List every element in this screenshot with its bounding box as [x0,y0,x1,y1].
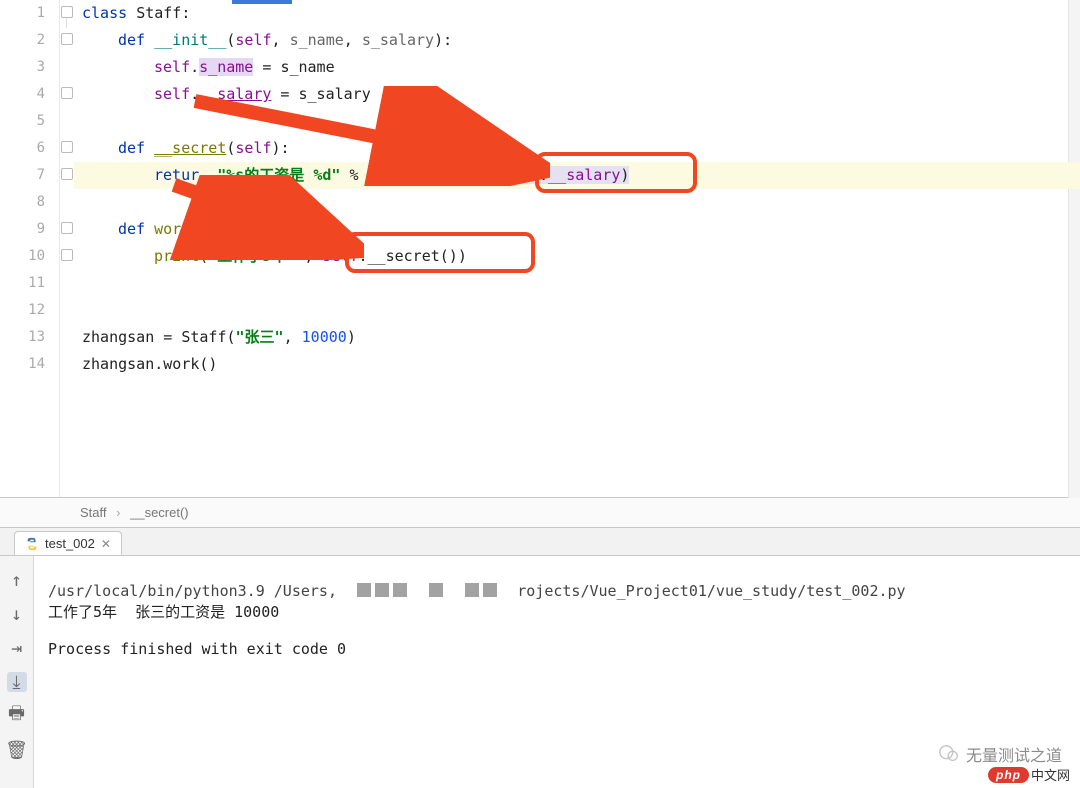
class-name: Staff [136,4,181,22]
attribute-s-name: s_name [199,58,253,76]
code-line[interactable]: zhangsan.work() [82,351,217,378]
line-number: 10 [0,243,59,270]
redacted-path [355,583,499,601]
line-number: 12 [0,297,59,324]
line-number-gutter: 1 2 3 4 5 6 7 8 9 10 11 12 13 14 [0,0,60,497]
builtin-print: print [154,247,199,265]
trash-icon[interactable]: 🗑 [7,740,27,760]
line-number: 6 [0,135,59,162]
code-area[interactable]: class Staff: def __init__(self, s_name, … [74,0,1080,497]
line-number: 13 [0,324,59,351]
run-tab[interactable]: test_002 ✕ [14,531,122,555]
fold-toggle-icon[interactable] [61,222,73,234]
console-output-line: 工作了5年 张三的工资是 10000 [48,603,279,621]
up-arrow-icon[interactable]: ↑ [7,570,27,590]
line-number: 8 [0,189,59,216]
string-literal: "%s的工资是 %d" [217,166,340,184]
code-line-highlighted[interactable]: retur "%s的工资是 %d" % (self.s_name, self._… [74,162,1080,189]
code-line[interactable]: zhangsan = Staff("张三", 10000) [82,324,356,351]
console-path-prefix: /usr/local/bin/python3.9 /Users [48,582,328,600]
fold-guide [66,18,67,28]
line-number: 4 [0,81,59,108]
string-literal: "工作了5年 " [208,247,304,265]
fold-end-icon[interactable] [61,87,73,99]
fold-toggle-icon[interactable] [61,6,73,18]
line-number: 9 [0,216,59,243]
breadcrumb-item[interactable]: Staff [80,505,107,520]
run-panel: ↑ ↓ ⇥ ⤓ 🖶 🗑 /usr/local/bin/python3.9 /Us… [0,556,1080,788]
method-call-work: work() [163,355,217,373]
line-number: 1 [0,0,59,27]
php-badge: php 中文网 [988,765,1070,784]
line-number: 5 [0,108,59,135]
line-number: 14 [0,351,59,378]
console-output[interactable]: /usr/local/bin/python3.9 /Users, rojects… [34,556,1080,788]
line-number: 11 [0,270,59,297]
function-name: __init__ [154,31,226,49]
code-line[interactable]: self.s_name = s_name [154,54,335,81]
keyword-return: retur [154,166,199,184]
wrap-icon[interactable]: ⇥ [7,638,27,658]
python-file-icon [25,537,39,551]
code-editor-pane[interactable]: 1 2 3 4 5 6 7 8 9 10 11 12 13 14 class S… [0,0,1080,498]
breadcrumb[interactable]: Staff › __secret() [0,498,1080,528]
console-path-suffix: rojects/Vue_Project01/vue_study/test_002… [517,582,905,600]
watermark: 无量测试之道 [938,742,1062,766]
code-line[interactable]: def __init__(self, s_name, s_salary): [118,27,452,54]
scroll-to-end-icon[interactable]: ⤓ [7,672,27,692]
run-tab-label: test_002 [45,536,95,551]
chevron-right-icon: › [116,505,120,520]
fold-toggle-icon[interactable] [61,33,73,45]
run-toolbar: ↑ ↓ ⇥ ⤓ 🖶 🗑 [0,556,34,788]
keyword-class: class [82,4,127,22]
function-work: work [154,220,190,238]
code-line[interactable]: def work(self): [118,216,253,243]
fold-column[interactable] [60,0,74,497]
line-number: 7 [0,162,59,189]
function-secret: __secret [154,139,226,157]
line-number: 3 [0,54,59,81]
run-tab-bar: test_002 ✕ [0,528,1080,556]
code-line[interactable]: def __secret(self): [118,135,290,162]
wechat-icon [938,743,960,765]
breadcrumb-item[interactable]: __secret() [130,505,189,520]
string-literal: "张三" [236,328,284,346]
fold-end-icon[interactable] [61,168,73,180]
attribute-salary: __salary [199,85,271,103]
line-number: 2 [0,27,59,54]
method-call-secret: __secret() [368,247,458,265]
code-line[interactable]: self.__salary = s_salary [154,81,371,108]
print-icon[interactable]: 🖶 [7,706,27,726]
keyword-def: def [118,31,145,49]
attribute-salary-ref: __salary [548,166,620,184]
code-line[interactable]: print("工作了5年 ", self.__secret()) [154,243,467,270]
down-arrow-icon[interactable]: ↓ [7,604,27,624]
code-line[interactable]: class Staff: [82,0,190,27]
console-exit-line: Process finished with exit code 0 [48,640,346,658]
fold-end-icon[interactable] [61,249,73,261]
number-literal: 10000 [302,328,347,346]
keyword-def: def [118,220,145,238]
param-self: self [235,31,271,49]
keyword-def: def [118,139,145,157]
fold-toggle-icon[interactable] [61,141,73,153]
close-icon[interactable]: ✕ [101,537,111,551]
